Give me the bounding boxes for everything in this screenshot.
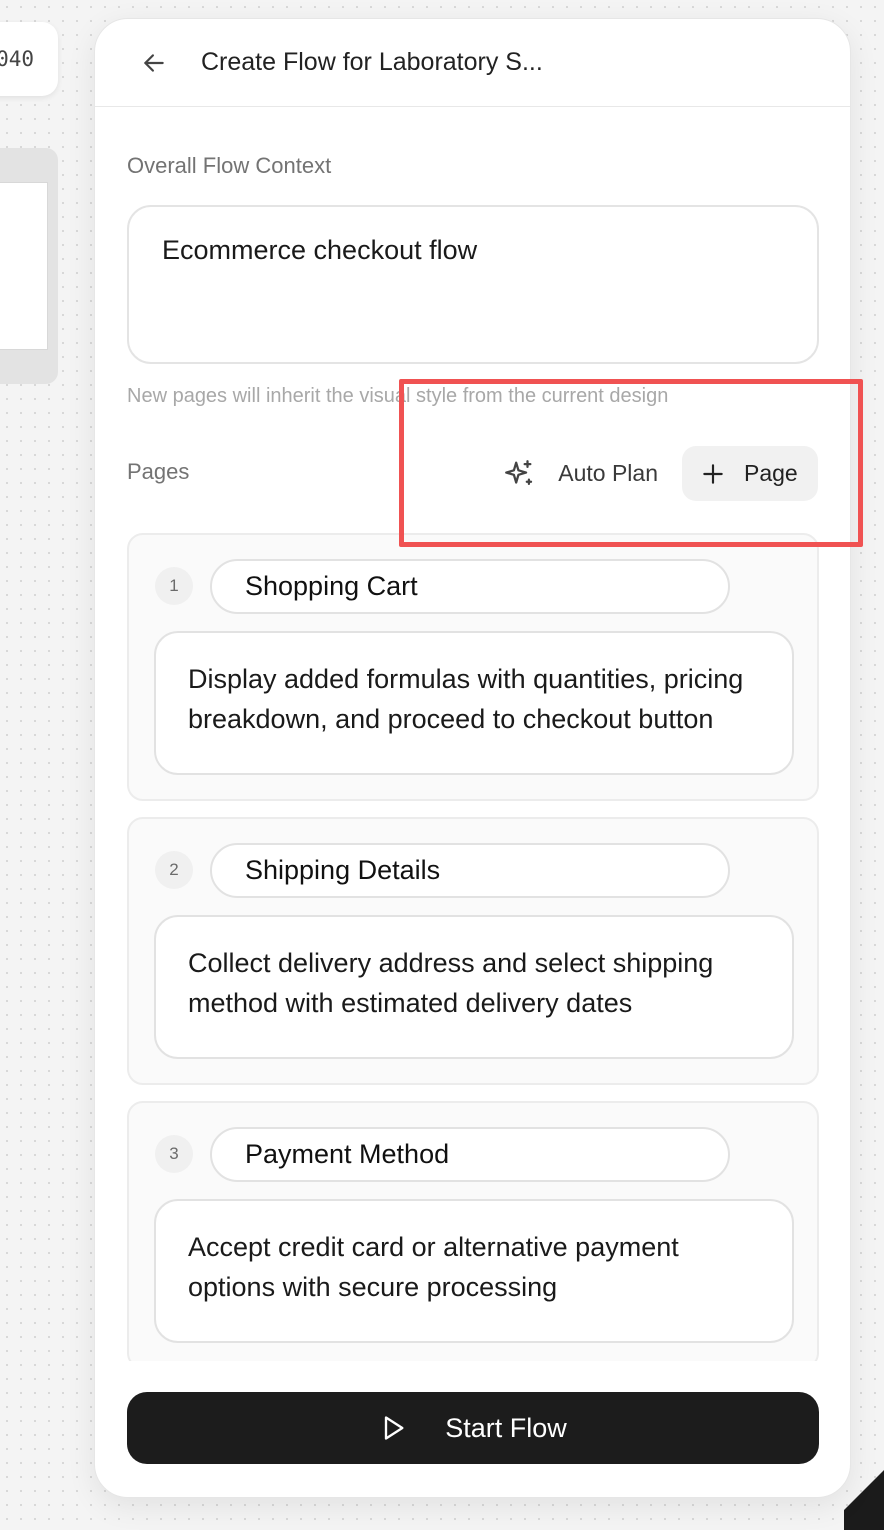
add-page-label: Page xyxy=(744,460,798,486)
pages-label: Pages xyxy=(127,459,190,484)
page-name-input[interactable]: Shopping Cart xyxy=(210,559,730,614)
start-flow-button[interactable]: Start Flow xyxy=(127,1392,819,1464)
page-number-badge: 2 xyxy=(155,851,193,889)
style-inherit-hint: New pages will inherit the visual style … xyxy=(127,385,669,407)
page-name-text: Payment Method xyxy=(245,1139,450,1169)
auto-plan-label: Auto Plan xyxy=(558,460,658,486)
page-card: 1 Shopping Cart Display added formulas w… xyxy=(127,533,819,801)
canvas-node-chip-label: 040 xyxy=(0,47,34,71)
page-card: 2 Shipping Details Collect delivery addr… xyxy=(127,817,819,1085)
page-card: 3 Payment Method Accept credit card or a… xyxy=(127,1101,819,1361)
page-description-input[interactable]: Collect delivery address and select ship… xyxy=(154,915,794,1059)
page-name-input[interactable]: Shipping Details xyxy=(210,843,730,898)
canvas-node-chip[interactable]: 040 xyxy=(0,22,58,96)
page-description-input[interactable]: Accept credit card or alternative paymen… xyxy=(154,1199,794,1343)
back-button[interactable] xyxy=(139,48,169,78)
panel-header: Create Flow for Laboratory S... xyxy=(95,19,850,107)
sparkle-icon xyxy=(505,459,533,485)
page-name-text: Shopping Cart xyxy=(245,571,418,601)
panel-title: Create Flow for Laboratory S... xyxy=(201,48,543,76)
play-icon xyxy=(385,1416,404,1440)
start-flow-label: Start Flow xyxy=(445,1412,567,1443)
canvas-frame-inner xyxy=(0,182,48,350)
auto-plan-button[interactable]: Auto Plan xyxy=(490,446,682,501)
arrow-left-icon xyxy=(144,53,164,72)
pages-actions: Auto Plan Page xyxy=(490,446,818,501)
add-page-button[interactable]: Page xyxy=(682,446,818,501)
page-name-input[interactable]: Payment Method xyxy=(210,1127,730,1182)
page-name-text: Shipping Details xyxy=(245,855,441,885)
canvas-frame-preview[interactable] xyxy=(0,148,58,384)
flow-context-input[interactable]: Ecommerce checkout flow xyxy=(127,205,819,364)
create-flow-panel: Create Flow for Laboratory S... Overall … xyxy=(94,18,851,1498)
page-number-badge: 1 xyxy=(155,567,193,605)
pages-list[interactable]: 1 Shopping Cart Display added formulas w… xyxy=(127,533,819,1361)
page-description-input[interactable]: Display added formulas with quantities, … xyxy=(154,631,794,775)
page-number-badge: 3 xyxy=(155,1135,193,1173)
flow-context-label: Overall Flow Context xyxy=(127,153,332,178)
plus-icon xyxy=(703,463,723,484)
